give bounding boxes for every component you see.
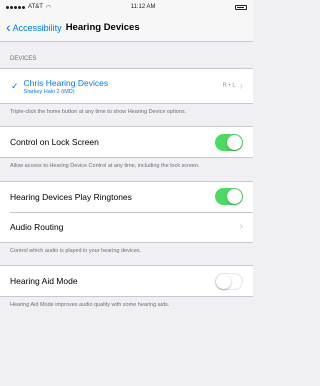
device-left: ✓ Chris Hearing Devices Starkey Halo 2 (…	[10, 78, 108, 95]
chevron-right-icon: ›	[239, 221, 243, 233]
device-detail: R • L	[222, 83, 236, 89]
device-row[interactable]: ✓ Chris Hearing Devices Starkey Halo 2 (…	[0, 69, 253, 103]
audio-routing-row[interactable]: Audio Routing ›	[0, 211, 253, 242]
lock-screen-label: Control on Lock Screen	[10, 137, 99, 148]
lock-screen-footer: Allow access to Hearing Device Control a…	[10, 163, 200, 170]
toggle-knob	[227, 189, 242, 205]
status-time: 11:12 AM	[130, 4, 156, 10]
ringtones-row: Hearing Devices Play Ringtones	[0, 182, 253, 212]
hearing-aid-toggle[interactable]	[215, 272, 243, 290]
ringtones-group: Hearing Devices Play Ringtones Audio Rou…	[0, 180, 253, 243]
lock-screen-toggle[interactable]	[215, 133, 243, 151]
wifi-icon: ◠	[45, 4, 52, 11]
page-title: Hearing Devices	[65, 22, 140, 33]
hearing-aid-group: Hearing Aid Mode	[0, 265, 253, 298]
device-text: Chris Hearing Devices Starkey Halo 2 (iM…	[24, 78, 109, 95]
nav-bar: ‹ Accessibility Hearing Devices	[0, 14, 253, 42]
devices-section-header: DEVICES	[10, 56, 37, 62]
toggle-knob	[216, 273, 231, 289]
toggle-knob	[227, 134, 242, 150]
status-right	[234, 4, 247, 10]
device-subtitle: Starkey Halo 2 (iMD)	[23, 88, 75, 95]
checkmark-icon: ✓	[11, 80, 19, 91]
devices-footer: Triple-click the home button at any time…	[10, 109, 187, 115]
audio-routing-label: Audio Routing	[10, 221, 64, 232]
devices-group: ✓ Chris Hearing Devices Starkey Halo 2 (…	[0, 68, 253, 104]
status-left: AT&T ◠	[6, 4, 51, 11]
ringtones-toggle[interactable]	[215, 188, 243, 206]
carrier-label: AT&T	[28, 4, 43, 10]
ringtones-footer: Control which audio is played in your he…	[10, 247, 142, 254]
device-name: Chris Hearing Devices	[23, 77, 109, 88]
hearing-aid-label: Hearing Aid Mode	[10, 276, 78, 287]
hearing-aid-footer: Hearing Aid Mode improves audio quality …	[10, 302, 170, 309]
status-bar: AT&T ◠ 11:12 AM	[0, 0, 253, 14]
device-right: R • L ›	[223, 81, 243, 92]
signal-icon	[6, 5, 25, 9]
battery-icon	[234, 4, 247, 10]
lock-screen-group: Control on Lock Screen	[0, 126, 253, 159]
back-button[interactable]: ‹ Accessibility	[6, 18, 62, 35]
ringtones-label: Hearing Devices Play Ringtones	[10, 191, 132, 202]
chevron-right-icon: ›	[239, 80, 243, 92]
chevron-left-icon: ‹	[6, 18, 11, 35]
lock-screen-row: Control on Lock Screen	[0, 127, 253, 157]
back-label: Accessibility	[12, 22, 62, 33]
hearing-aid-row: Hearing Aid Mode	[0, 266, 253, 296]
